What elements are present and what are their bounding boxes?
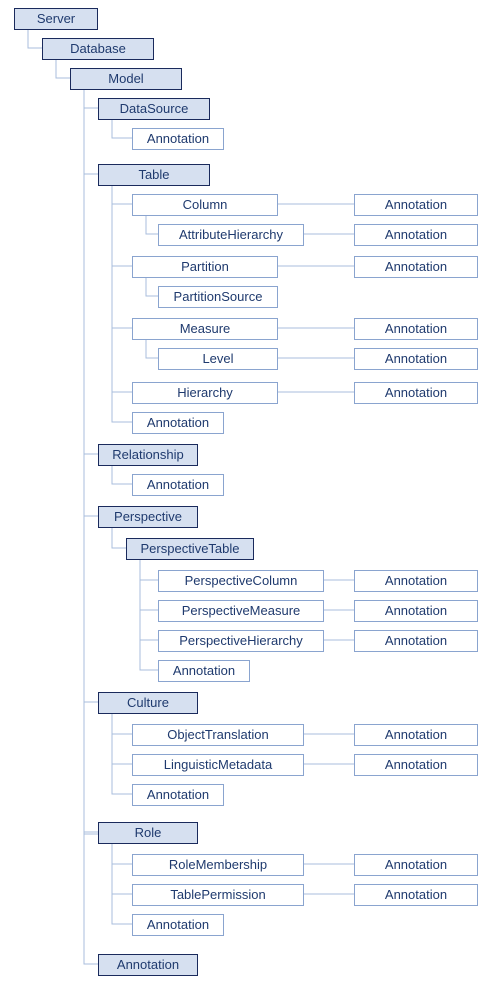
node-lingmeta-annotation: Annotation	[354, 754, 478, 776]
node-role-annotation: Annotation	[132, 914, 224, 936]
node-relationship: Relationship	[98, 444, 198, 466]
node-perspective: Perspective	[98, 506, 198, 528]
node-linguistic-metadata: LinguisticMetadata	[132, 754, 304, 776]
node-server: Server	[14, 8, 98, 30]
node-measure-annotation: Annotation	[354, 318, 478, 340]
node-perspective-table: PerspectiveTable	[126, 538, 254, 560]
node-column-annotation: Annotation	[354, 194, 478, 216]
node-perspective-hierarchy: PerspectiveHierarchy	[158, 630, 324, 652]
node-attrhier-annotation: Annotation	[354, 224, 478, 246]
node-hierarchy-annotation: Annotation	[354, 382, 478, 404]
node-tableperm-annotation: Annotation	[354, 884, 478, 906]
node-level: Level	[158, 348, 278, 370]
node-persptable-annotation: Annotation	[158, 660, 250, 682]
node-table-annotation: Annotation	[132, 412, 224, 434]
node-level-annotation: Annotation	[354, 348, 478, 370]
node-column: Column	[132, 194, 278, 216]
node-table-permission: TablePermission	[132, 884, 304, 906]
node-perspective-column: PerspectiveColumn	[158, 570, 324, 592]
node-database: Database	[42, 38, 154, 60]
tree-diagram-cont: Role RoleMembership Annotation TablePerm…	[8, 816, 492, 976]
node-partition-source: PartitionSource	[158, 286, 278, 308]
node-datasource-annotation: Annotation	[132, 128, 224, 150]
node-attribute-hierarchy: AttributeHierarchy	[158, 224, 304, 246]
node-persphier-annotation: Annotation	[354, 630, 478, 652]
node-rolemember-annotation: Annotation	[354, 854, 478, 876]
node-objtrans-annotation: Annotation	[354, 724, 478, 746]
node-perspective-measure: PerspectiveMeasure	[158, 600, 324, 622]
node-hierarchy: Hierarchy	[132, 382, 278, 404]
node-relationship-annotation: Annotation	[132, 474, 224, 496]
node-role-membership: RoleMembership	[132, 854, 304, 876]
node-perspcol-annotation: Annotation	[354, 570, 478, 592]
node-model: Model	[70, 68, 182, 90]
node-culture-annotation: Annotation	[132, 784, 224, 806]
node-perspmeas-annotation: Annotation	[354, 600, 478, 622]
tree-diagram: Server Database Model DataSource Annotat…	[8, 8, 492, 855]
node-culture: Culture	[98, 692, 198, 714]
node-partition-annotation: Annotation	[354, 256, 478, 278]
node-object-translation: ObjectTranslation	[132, 724, 304, 746]
node-datasource: DataSource	[98, 98, 210, 120]
node-model-annotation: Annotation	[98, 954, 198, 976]
node-role: Role	[98, 822, 198, 844]
node-measure: Measure	[132, 318, 278, 340]
node-table: Table	[98, 164, 210, 186]
node-partition: Partition	[132, 256, 278, 278]
